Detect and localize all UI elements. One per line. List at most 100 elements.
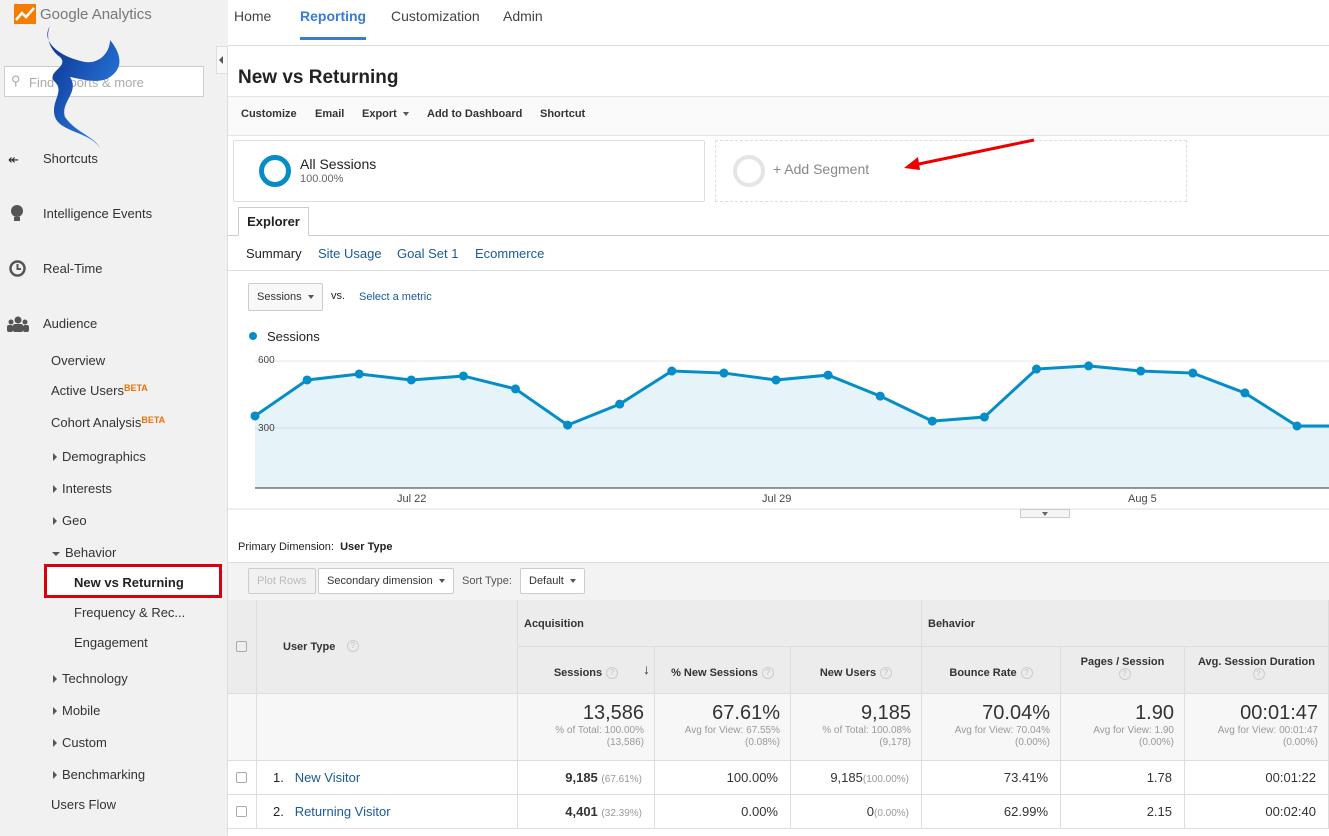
row-link[interactable]: Returning Visitor (295, 804, 391, 819)
help-icon[interactable]: ? (880, 667, 893, 680)
select-all-checkbox[interactable] (236, 641, 247, 652)
subtab-summary[interactable]: Summary (246, 246, 302, 261)
column-header-new-sessions[interactable]: % New Sessions? (655, 647, 791, 694)
sidebar-item-users-flow[interactable]: Users Flow (51, 797, 116, 812)
label: Sessions (553, 667, 603, 679)
column-header-pages-session[interactable]: Pages / Session? (1061, 647, 1185, 694)
sidebar-item-technology[interactable]: Technology (53, 671, 128, 686)
help-icon[interactable]: ? (1118, 668, 1131, 681)
export-button[interactable]: Export (362, 108, 409, 120)
chevron-left-icon (219, 56, 223, 64)
secondary-dimension-select[interactable]: Secondary dimension (318, 568, 454, 594)
column-header-new-users[interactable]: New Users? (791, 647, 922, 694)
nav-customization[interactable]: Customization (391, 8, 480, 24)
customize-button[interactable]: Customize (241, 108, 297, 120)
data-point (771, 375, 781, 385)
total-compare: Avg for View: 67.55% (684, 725, 780, 736)
chevron-right-icon (53, 485, 57, 493)
sidebar-item-intelligence-events[interactable]: Intelligence Events (43, 206, 152, 221)
sidebar-item-overview[interactable]: Overview (51, 353, 105, 368)
sidebar-item-geo[interactable]: Geo (53, 513, 87, 528)
column-header-avg-duration[interactable]: Avg. Session Duration? (1185, 647, 1329, 694)
nav-admin[interactable]: Admin (503, 8, 543, 24)
row-new-users: 9,185(100.00%) (791, 761, 922, 795)
sort-type-select[interactable]: Default (520, 568, 585, 594)
table-row-dimension: 1. New Visitor (257, 761, 518, 795)
data-point (1292, 421, 1302, 431)
chart-expand-handle[interactable] (1020, 509, 1070, 518)
total-new-sessions: 67.61% Avg for View: 67.55% (0.08%) (655, 694, 791, 761)
x-tick-label: Jul 29 (762, 493, 792, 505)
column-header-sessions[interactable]: Sessions? ↓ (518, 647, 655, 694)
label: Acquisition (524, 618, 584, 630)
label: Cohort Analysis (51, 415, 142, 430)
collapse-sidebar-button[interactable] (216, 46, 228, 74)
total-value: 67.61% (712, 702, 780, 724)
sidebar-item-custom[interactable]: Custom (53, 735, 107, 750)
sidebar-item-demographics[interactable]: Demographics (53, 449, 146, 464)
subtab-ecommerce[interactable]: Ecommerce (475, 246, 544, 261)
nav-reporting[interactable]: Reporting (300, 8, 367, 40)
row-checkbox[interactable] (236, 772, 247, 783)
label: Mobile (62, 703, 101, 718)
row-sessions: 4,401 (32.39%) (518, 795, 655, 829)
nav-home[interactable]: Home (234, 8, 271, 24)
sidebar-item-real-time[interactable]: Real-Time (43, 261, 102, 276)
segment-all-sessions[interactable]: All Sessions 100.00% (233, 140, 705, 202)
total-sessions: 13,586% of Total: 100.00% (13,586) (518, 694, 655, 761)
caret-down-icon (307, 295, 314, 300)
red-arrow-annotation (904, 138, 1035, 170)
dimension-header[interactable]: User Type? (257, 600, 518, 694)
select-metric-link[interactable]: Select a metric (359, 291, 432, 303)
sidebar-item-interests[interactable]: Interests (53, 481, 112, 496)
sidebar-item-behavior[interactable]: Behavior (52, 545, 116, 560)
sidebar-item-engagement[interactable]: Engagement (74, 635, 148, 650)
sidebar-item-benchmarking[interactable]: Benchmarking (53, 767, 145, 782)
sidebar-item-active-users[interactable]: Active UsersBETA (51, 383, 148, 398)
shortcut-button[interactable]: Shortcut (540, 108, 585, 120)
sidebar-item-shortcuts[interactable]: Shortcuts (43, 151, 98, 166)
sidebar-item-audience[interactable]: Audience (43, 316, 97, 331)
chevron-right-icon (53, 707, 57, 715)
tab-explorer[interactable]: Explorer (238, 207, 309, 236)
total-compare: Avg for View: 70.04% (954, 725, 1050, 736)
help-icon[interactable]: ? (347, 640, 359, 652)
data-point (979, 412, 989, 422)
label: Benchmarking (62, 767, 146, 782)
add-to-dashboard-button[interactable]: Add to Dashboard (427, 108, 522, 120)
sort-type-label: Sort Type: (462, 575, 512, 587)
sidebar-item-cohort-analysis[interactable]: Cohort AnalysisBETA (51, 415, 165, 430)
data-point (823, 370, 833, 380)
data-point (354, 369, 364, 379)
sidebar-item-mobile[interactable]: Mobile (53, 703, 100, 718)
area-fill (255, 365, 1329, 488)
label: User Type (283, 641, 336, 653)
sidebar-item-new-vs-returning[interactable]: New vs Returning (44, 564, 222, 598)
subtab-site-usage[interactable]: Site Usage (318, 246, 382, 261)
divider (228, 270, 1329, 271)
row-pages-session: 1.78 (1061, 761, 1185, 795)
caret-down-icon (402, 112, 409, 117)
sort-arrow-down-icon[interactable]: ↓ (643, 661, 650, 677)
sidebar-item-frequency[interactable]: Frequency & Rec... (74, 605, 185, 620)
primary-dimension: Primary Dimension: User Type (238, 541, 392, 553)
help-icon[interactable]: ? (1252, 668, 1265, 681)
plot-rows-button[interactable]: Plot Rows (248, 568, 316, 594)
label: Primary Dimension: (238, 541, 334, 553)
vs-label: vs. (331, 290, 346, 302)
email-button[interactable]: Email (315, 108, 344, 120)
row-checkbox[interactable] (236, 806, 247, 817)
total-compare-pct: (0.08%) (744, 737, 780, 748)
help-icon[interactable]: ? (1020, 667, 1033, 680)
help-icon[interactable]: ? (761, 667, 774, 680)
chevron-down-icon (52, 551, 60, 556)
subtab-goal-set-1[interactable]: Goal Set 1 (397, 246, 458, 261)
column-header-bounce-rate[interactable]: Bounce Rate? (922, 647, 1061, 694)
label: Bounce Rate (949, 667, 1017, 679)
y-tick-label: 300 (258, 423, 275, 434)
help-icon[interactable]: ? (606, 667, 619, 680)
beta-badge: BETA (141, 415, 166, 425)
row-link[interactable]: New Visitor (295, 770, 361, 785)
total-bounce-rate: 70.04% Avg for View: 70.04% (0.00%) (922, 694, 1061, 761)
metric-select[interactable]: Sessions (248, 283, 323, 311)
